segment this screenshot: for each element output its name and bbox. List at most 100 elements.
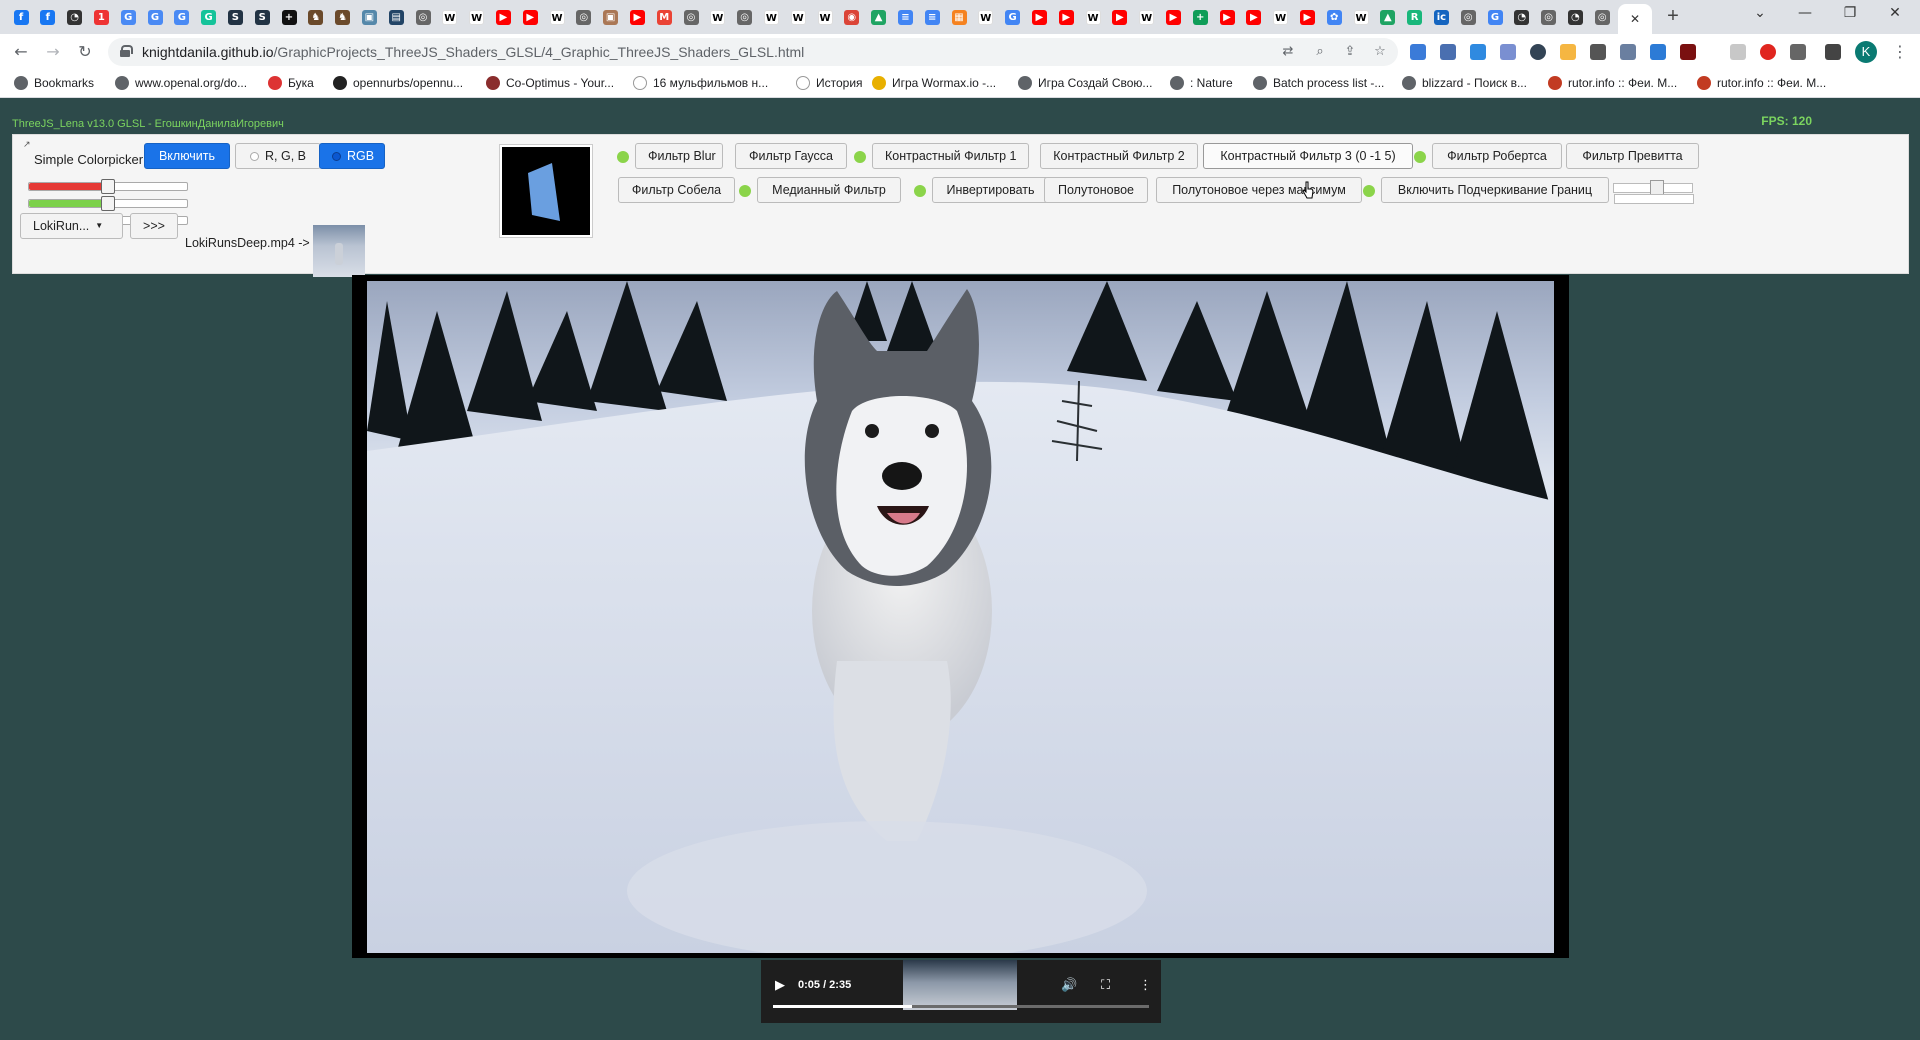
extension-icon[interactable] bbox=[1560, 44, 1576, 60]
browser-tab[interactable]: ♞ bbox=[305, 6, 327, 28]
browser-tab[interactable]: f bbox=[37, 6, 59, 28]
browser-tab[interactable]: 1 bbox=[90, 6, 112, 28]
browser-tab[interactable]: f bbox=[10, 6, 32, 28]
extension-icon[interactable] bbox=[1650, 44, 1666, 60]
sidepanel-icon[interactable] bbox=[1825, 44, 1841, 60]
bookmark-item[interactable]: Co-Optimus - Your... bbox=[486, 76, 614, 90]
bookmark-item[interactable]: Bookmarks bbox=[14, 76, 94, 90]
play-icon[interactable]: ▶ bbox=[775, 978, 785, 993]
browser-tab[interactable]: ▶ bbox=[492, 6, 514, 28]
browser-tab[interactable]: ▶ bbox=[1028, 6, 1050, 28]
share-icon[interactable]: ⇪ bbox=[1342, 44, 1358, 60]
extension-icon[interactable] bbox=[1680, 44, 1696, 60]
bookmark-item[interactable]: opennurbs/opennu... bbox=[333, 76, 463, 90]
enable-colorpicker-button[interactable]: Включить bbox=[144, 143, 230, 169]
browser-tab[interactable]: G bbox=[144, 6, 166, 28]
forward-icon[interactable]: → bbox=[42, 41, 64, 63]
filter-button[interactable]: Контрастный Фильтр 3 (0 -1 5) bbox=[1203, 143, 1413, 169]
new-tab-button[interactable]: + bbox=[1662, 6, 1684, 28]
browser-tab[interactable]: W bbox=[707, 6, 729, 28]
filter-button[interactable]: Полутоновое bbox=[1044, 177, 1148, 203]
browser-tab[interactable]: ▶ bbox=[1055, 6, 1077, 28]
browser-tab[interactable]: ▶ bbox=[626, 6, 648, 28]
minimize-button[interactable]: — bbox=[1795, 5, 1815, 21]
bookmark-item[interactable]: blizzard - Поиск в... bbox=[1402, 76, 1527, 90]
browser-tab[interactable]: ✿ bbox=[1323, 6, 1345, 28]
shield-icon[interactable] bbox=[1730, 44, 1746, 60]
browser-tab[interactable]: W bbox=[1136, 6, 1158, 28]
volume-icon[interactable]: 🔊 bbox=[1061, 978, 1077, 993]
browser-tab[interactable]: + bbox=[278, 6, 300, 28]
browser-tab[interactable]: R bbox=[1404, 6, 1426, 28]
mode-rgb-split-button[interactable]: R, G, B bbox=[235, 143, 321, 169]
browser-tab[interactable]: S bbox=[251, 6, 273, 28]
extension-icon[interactable] bbox=[1410, 44, 1426, 60]
browser-tab[interactable]: ▣ bbox=[358, 6, 380, 28]
browser-tab[interactable]: W bbox=[1350, 6, 1372, 28]
browser-tab[interactable]: W bbox=[1082, 6, 1104, 28]
browser-tab[interactable]: ◔ bbox=[64, 6, 86, 28]
browser-tab[interactable]: S bbox=[224, 6, 246, 28]
video-select-dropdown[interactable]: LokiRun... ▼ bbox=[20, 213, 123, 239]
browser-tab[interactable]: ♞ bbox=[332, 6, 354, 28]
zoom-icon[interactable]: ⌕ bbox=[1312, 44, 1328, 60]
browser-tab[interactable]: ▣ bbox=[600, 6, 622, 28]
close-tab-icon[interactable]: ✕ bbox=[1630, 12, 1640, 26]
green-slider-thumb[interactable] bbox=[101, 196, 115, 211]
filter-button[interactable]: Контрастный Фильтр 1 bbox=[872, 143, 1029, 169]
filter-button[interactable]: Фильтр Собела bbox=[618, 177, 735, 203]
browser-tab[interactable]: ▶ bbox=[1162, 6, 1184, 28]
browser-tab[interactable]: W bbox=[466, 6, 488, 28]
filter-button[interactable]: Полутоновое через максимум bbox=[1156, 177, 1362, 203]
browser-tab[interactable]: + bbox=[1189, 6, 1211, 28]
filter-button[interactable]: Медианный Фильтр bbox=[757, 177, 901, 203]
close-window-button[interactable]: ✕ bbox=[1885, 5, 1905, 21]
filter-button[interactable]: Фильтр Гаусса bbox=[735, 143, 847, 169]
browser-tab[interactable]: W bbox=[439, 6, 461, 28]
browser-tab[interactable]: ▶ bbox=[1216, 6, 1238, 28]
bookmark-item[interactable]: 16 мульфильмов н... bbox=[633, 76, 768, 90]
bookmark-item[interactable]: Игра Создай Свою... bbox=[1018, 76, 1152, 90]
translate-icon[interactable]: ⇄ bbox=[1280, 44, 1296, 60]
bookmark-item[interactable]: : Nature bbox=[1170, 76, 1233, 90]
browser-tab[interactable]: W bbox=[546, 6, 568, 28]
browser-tab[interactable]: ◔ bbox=[1564, 6, 1586, 28]
browser-tab[interactable]: ◉ bbox=[841, 6, 863, 28]
browser-tab[interactable]: W bbox=[1270, 6, 1292, 28]
mode-rgb-button[interactable]: RGB bbox=[319, 143, 385, 169]
browser-tab[interactable]: G bbox=[1484, 6, 1506, 28]
browser-tab[interactable]: ◎ bbox=[734, 6, 756, 28]
browser-tab[interactable]: ◎ bbox=[1457, 6, 1479, 28]
browser-tab[interactable]: ▤ bbox=[385, 6, 407, 28]
browser-tab[interactable]: ◎ bbox=[1538, 6, 1560, 28]
browser-tab[interactable]: G bbox=[1002, 6, 1024, 28]
puzzle-icon[interactable] bbox=[1790, 44, 1806, 60]
browser-tab[interactable]: W bbox=[787, 6, 809, 28]
browser-tab[interactable]: G bbox=[117, 6, 139, 28]
filter-button[interactable]: Фильтр Робертса bbox=[1432, 143, 1562, 169]
browser-tab[interactable]: ▲ bbox=[1377, 6, 1399, 28]
extension-icon[interactable] bbox=[1500, 44, 1516, 60]
slider-track[interactable] bbox=[1614, 194, 1694, 204]
bookmark-item[interactable]: Игра Wormax.io -... bbox=[872, 76, 996, 90]
browser-tab[interactable]: ◎ bbox=[573, 6, 595, 28]
bookmark-item[interactable]: rutor.info :: Феи. М... bbox=[1697, 76, 1826, 90]
bookmark-item[interactable]: rutor.info :: Феи. М... bbox=[1548, 76, 1677, 90]
progress-bar[interactable] bbox=[773, 1005, 1149, 1008]
edge-strength-slider[interactable] bbox=[1613, 180, 1694, 204]
browser-tab[interactable]: ≡ bbox=[921, 6, 943, 28]
back-icon[interactable]: ← bbox=[10, 41, 32, 63]
green-slider[interactable] bbox=[28, 196, 188, 211]
browser-tab[interactable]: ◎ bbox=[412, 6, 434, 28]
browser-tab[interactable]: ≡ bbox=[894, 6, 916, 28]
bookmark-item[interactable]: Бука bbox=[268, 76, 314, 90]
url-text[interactable]: knightdanila.github.io/GraphicProjects_T… bbox=[142, 44, 804, 60]
browser-tab[interactable]: ▶ bbox=[519, 6, 541, 28]
extension-icon[interactable] bbox=[1530, 44, 1546, 60]
filter-button[interactable]: Инвертировать bbox=[932, 177, 1049, 203]
browser-tab[interactable]: ic bbox=[1430, 6, 1452, 28]
code-icon[interactable] bbox=[1590, 44, 1606, 60]
browser-tab[interactable]: ▦ bbox=[948, 6, 970, 28]
more-options-icon[interactable]: ⋮ bbox=[1139, 978, 1152, 993]
browser-tab[interactable]: ◎ bbox=[680, 6, 702, 28]
